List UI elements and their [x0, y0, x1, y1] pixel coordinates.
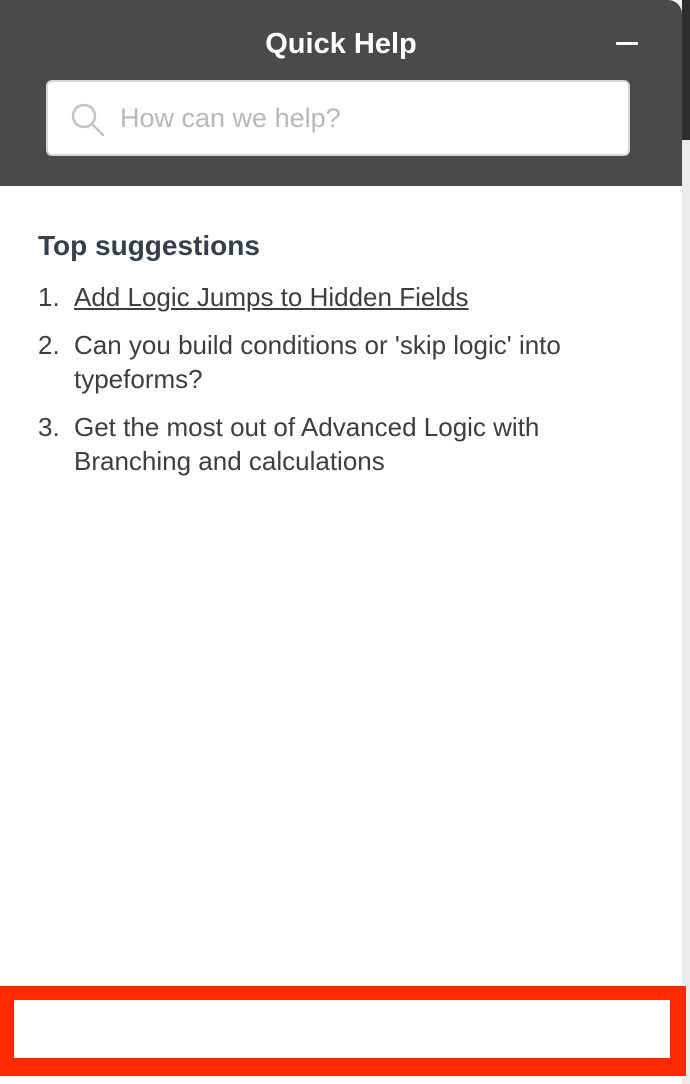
- suggestion-link-logic-jumps[interactable]: Add Logic Jumps to Hidden Fields: [74, 282, 469, 312]
- suggestion-text-advanced-logic[interactable]: Get the most out of Advanced Logic with …: [74, 410, 648, 478]
- background-edge: [682, 0, 690, 1084]
- list-item-number: 3.: [38, 412, 60, 442]
- quick-help-widget: Quick Help Top suggestions 1. Add Logic …: [0, 0, 682, 1084]
- widget-header: Quick Help: [0, 0, 682, 186]
- footer-highlight-box: [0, 986, 686, 1076]
- suggestions-heading: Top suggestions: [38, 230, 260, 261]
- background-edge-dark: [682, 0, 690, 140]
- widget-title: Quick Help: [265, 28, 417, 60]
- suggestion-text-skip-logic[interactable]: Can you build conditions or 'skip logic'…: [74, 328, 648, 396]
- minus-icon: [616, 42, 638, 45]
- list-item: 2. Can you build conditions or 'skip log…: [38, 328, 648, 396]
- suggestions-list: 1. Add Logic Jumps to Hidden Fields 2. C…: [38, 280, 648, 478]
- suggestions-section: Top suggestions 1. Add Logic Jumps to Hi…: [38, 226, 648, 492]
- minimize-button[interactable]: [604, 28, 648, 62]
- list-item-number: 1.: [38, 282, 60, 312]
- footer-area[interactable]: [14, 1000, 670, 1058]
- search-icon: [70, 102, 106, 138]
- list-item: 3. Get the most out of Advanced Logic wi…: [38, 410, 648, 478]
- search-box[interactable]: [46, 80, 630, 156]
- list-item: 1. Add Logic Jumps to Hidden Fields: [38, 280, 648, 314]
- search-input[interactable]: [120, 92, 610, 144]
- list-item-number: 2.: [38, 330, 60, 360]
